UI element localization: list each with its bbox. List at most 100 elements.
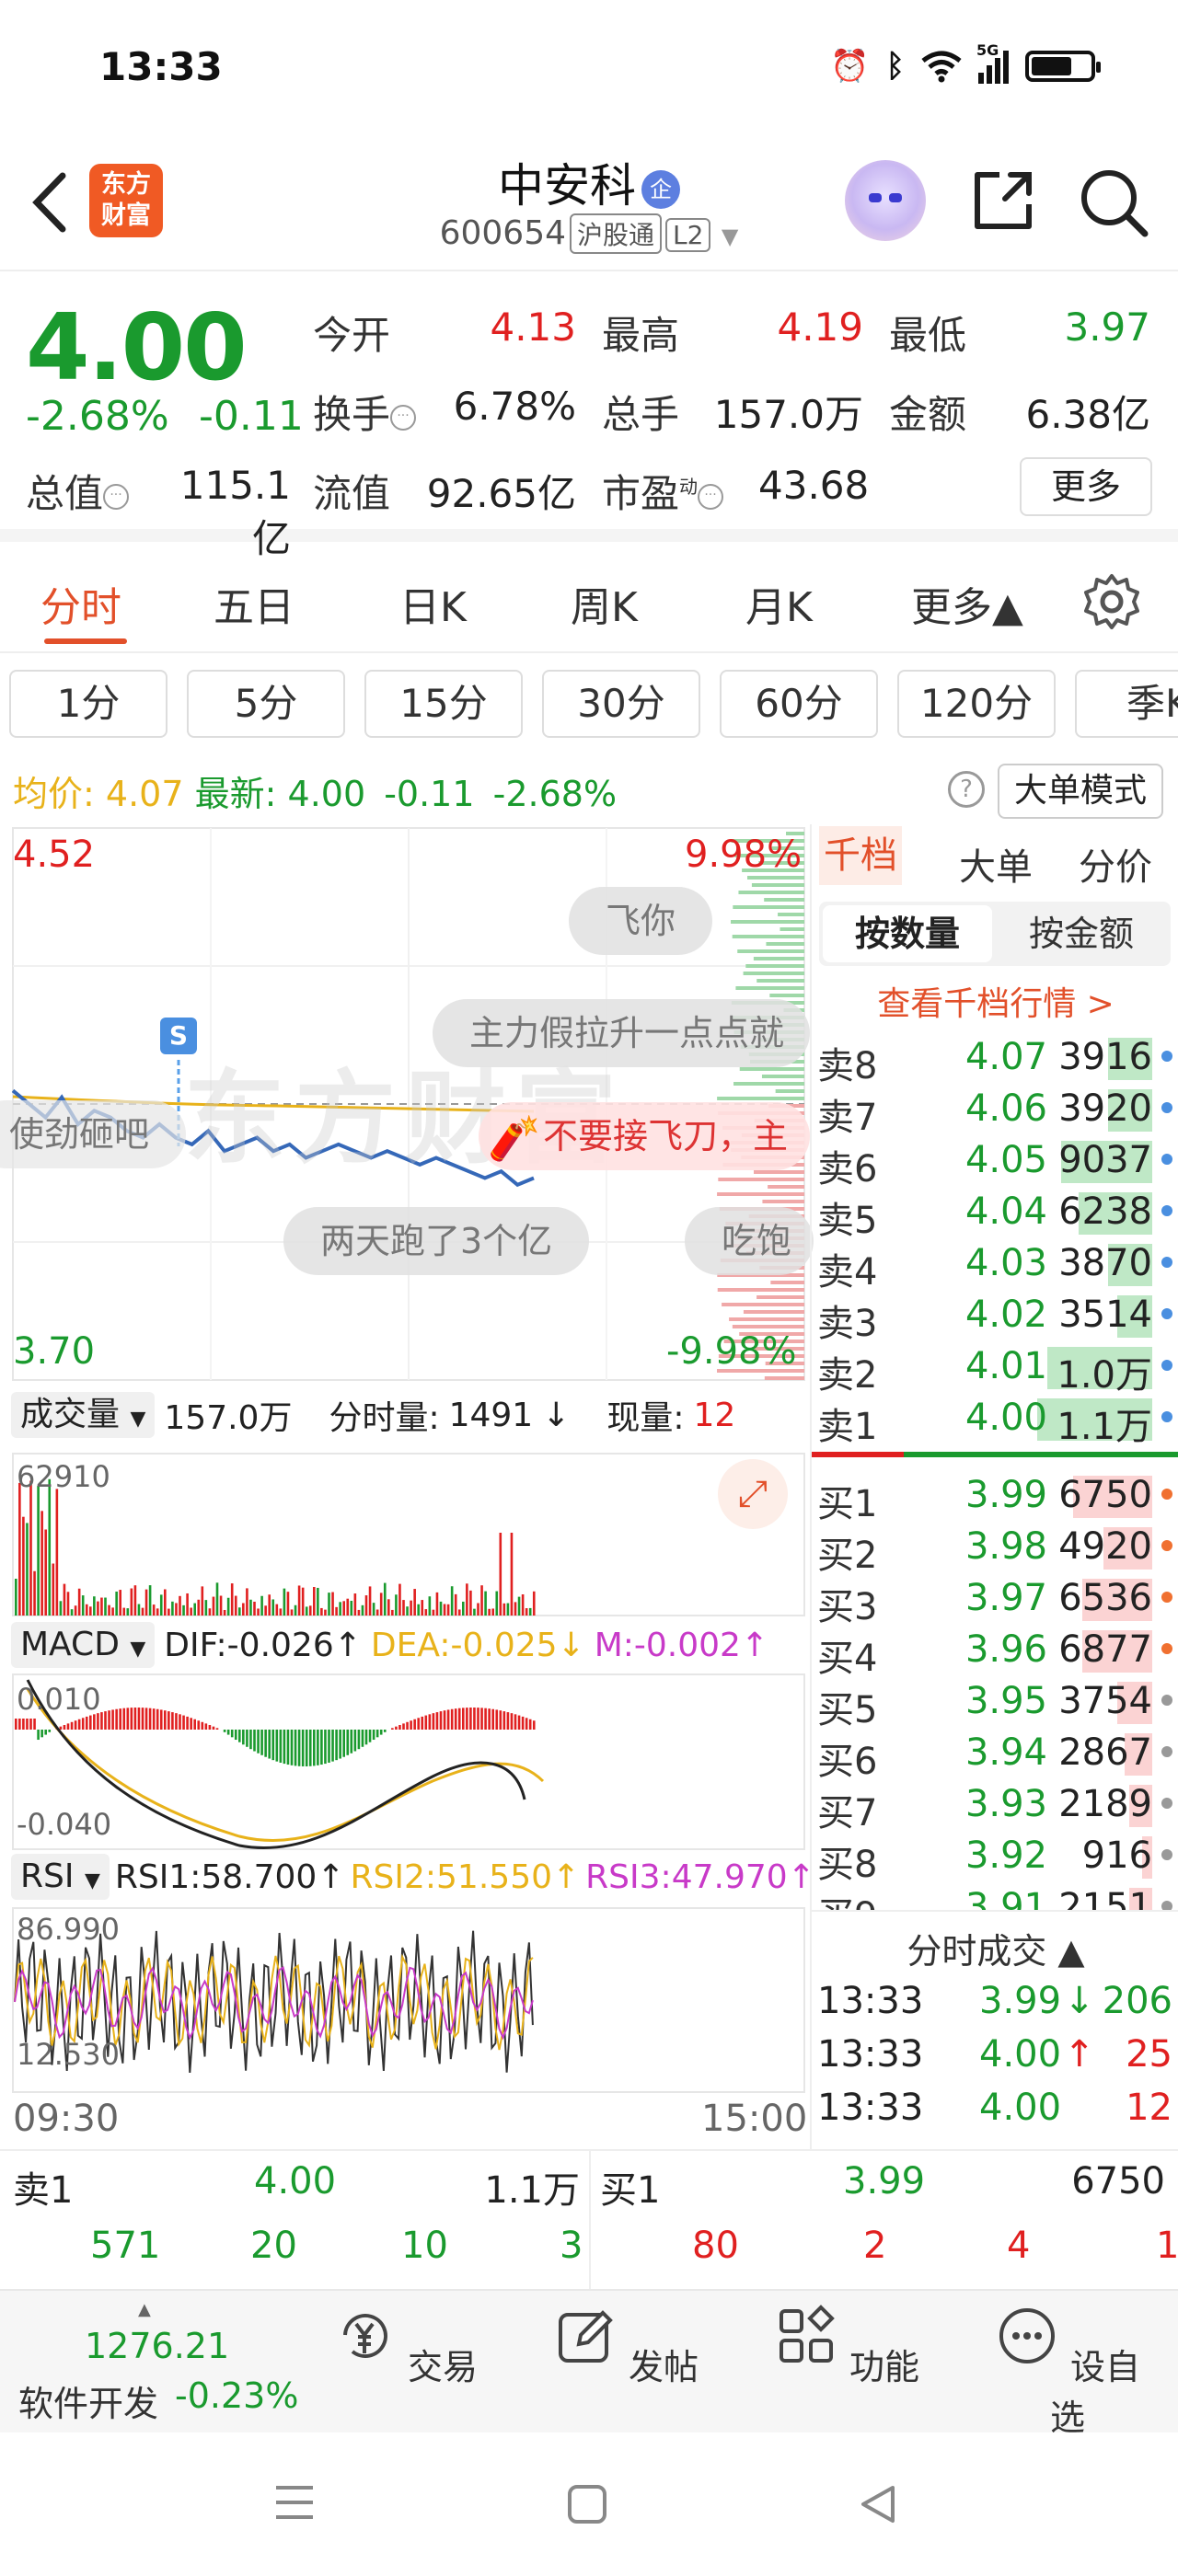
order-book-row[interactable]: 卖4 4.03 3870 <box>817 1236 1176 1294</box>
tab-intraday[interactable]: 分时 <box>40 574 121 633</box>
macd-bar <box>313 1730 316 1766</box>
order-book-row[interactable]: 卖2 4.01 1.0万 <box>817 1340 1176 1397</box>
macd-bar <box>499 1710 502 1730</box>
volume-bar <box>495 1591 499 1616</box>
depth-bar <box>780 927 804 931</box>
macd-bar <box>328 1730 330 1763</box>
interval-1m-button[interactable]: 1分 <box>9 670 167 738</box>
macd-bar <box>85 1716 88 1730</box>
order-book-row[interactable]: 买4 3.96 6877 <box>817 1623 1176 1680</box>
intraday-chart[interactable]: 4.52 9.98% 3.70 -9.98% S 东方财富 飞你 主力假拉升一点… <box>0 824 815 2149</box>
volume-bar <box>77 1588 81 1616</box>
gear-icon[interactable] <box>1082 572 1141 631</box>
volume-bar <box>305 1606 308 1616</box>
interval-120m-button[interactable]: 120分 <box>897 670 1056 738</box>
tab-five-day[interactable]: 五日 <box>214 574 294 633</box>
trade-row: 13:33 4.00 12 <box>817 2087 1176 2138</box>
order-book-panel: 千档 大单 分价 按数量 按金额 查看千档行情 > 卖8 4.07 3916 卖7 4.… <box>810 824 1178 2149</box>
order-book-row[interactable]: 买8 3.92 916 <box>817 1829 1176 1886</box>
network-label: 5G <box>976 41 999 59</box>
ai-assistant-avatar[interactable] <box>845 160 926 241</box>
tab-more[interactable]: 更多▲ <box>911 574 1023 633</box>
bid-count: 1 <box>1156 2225 1178 2267</box>
tab-monthly-k[interactable]: 月K <box>745 574 813 633</box>
depth-bar <box>739 1067 804 1071</box>
nav-add-watchlist[interactable]: 设自选 <box>994 2304 1141 2440</box>
order-book-row[interactable]: 买2 3.98 4920 <box>817 1520 1176 1577</box>
volume-selector[interactable]: 成交量 ▼ <box>11 1392 156 1438</box>
bottom-ask-volume: 1.1万 <box>484 2169 580 2212</box>
order-book-row[interactable]: 卖6 4.05 9037 <box>817 1133 1176 1190</box>
expand-icon[interactable]: ⤢ <box>718 1459 788 1529</box>
rsi-indicator-row: RSI ▼ RSI1:58.700↑ RSI2:51.550↑ RSI3:47.… <box>11 1851 815 1903</box>
volume-bar <box>413 1589 416 1616</box>
macd-bar <box>357 1730 361 1750</box>
info-dots-icon[interactable]: ··· <box>390 404 417 431</box>
menu-icon[interactable] <box>274 2484 315 2521</box>
order-book-row[interactable]: 卖3 4.02 3514 <box>817 1288 1176 1345</box>
macd-bar <box>339 1730 341 1759</box>
order-book-row[interactable]: 买5 3.95 3754 <box>817 1674 1176 1731</box>
trades-title[interactable]: 分时成交 ▲ <box>812 1923 1178 1973</box>
open-value: 4.13 <box>490 305 576 350</box>
change-percent: -2.68% <box>26 393 169 440</box>
tab-price-distribution[interactable]: 分价 <box>1079 837 1152 891</box>
share-icon[interactable] <box>968 166 1038 236</box>
by-quantity-button[interactable]: 按数量 <box>823 905 992 962</box>
tab-weekly-k[interactable]: 周K <box>571 574 638 633</box>
macd-bar <box>159 1709 163 1730</box>
interval-15m-button[interactable]: 15分 <box>364 670 523 738</box>
order-book-row[interactable]: 卖8 4.07 3916 <box>817 1030 1176 1087</box>
low-label: 最低 <box>889 313 967 358</box>
view-levels-link[interactable]: 查看千档行情 > <box>812 977 1178 1025</box>
stock-name: 中安科 <box>498 159 636 213</box>
rsi-selector[interactable]: RSI ▼ <box>11 1854 110 1900</box>
order-book-row[interactable]: 买1 3.99 6750 <box>817 1468 1176 1525</box>
info-dots-icon[interactable]: ··· <box>103 483 130 510</box>
macd-bar <box>398 1725 401 1730</box>
search-icon[interactable] <box>1077 166 1150 239</box>
volume-total: 157.0万 <box>164 1399 293 1437</box>
order-book-row[interactable]: 卖7 4.06 3920 <box>817 1082 1176 1139</box>
interval-60m-button[interactable]: 60分 <box>720 670 878 738</box>
volume-bar <box>63 1583 66 1616</box>
volume-bar <box>294 1604 297 1616</box>
tab-daily-k[interactable]: 日K <box>399 574 467 633</box>
macd-bar <box>290 1730 294 1765</box>
interval-30m-button[interactable]: 30分 <box>542 670 700 738</box>
big-order-mode-button[interactable]: 大单模式 <box>998 764 1163 819</box>
volume-bar <box>137 1604 141 1616</box>
interval-5m-button[interactable]: 5分 <box>187 670 345 738</box>
interval-quarter-button[interactable]: 季K <box>1075 670 1178 738</box>
macd-bar <box>223 1730 226 1732</box>
macd-bar <box>521 1716 525 1730</box>
home-icon[interactable] <box>567 2484 607 2524</box>
macd-selector[interactable]: MACD ▼ <box>11 1622 156 1668</box>
order-book-row[interactable]: 买3 3.97 6536 <box>817 1571 1176 1628</box>
nav-post[interactable]: 发帖 <box>552 2304 699 2389</box>
more-button[interactable]: 更多 <box>1020 457 1152 516</box>
nav-functions[interactable]: 功能 <box>773 2304 920 2389</box>
volume-bar <box>29 1480 32 1616</box>
nav-trade[interactable]: 交易 <box>331 2304 479 2389</box>
macd-bar <box>130 1708 133 1730</box>
sector-index-widget[interactable]: ▲ 1276.21 软件开发 -0.23% <box>0 2300 313 2429</box>
macd-bar <box>242 1730 245 1745</box>
tab-thousand-levels[interactable]: 千档 <box>819 826 902 885</box>
order-book-row[interactable]: 买6 3.94 2867 <box>817 1726 1176 1783</box>
order-book-row[interactable]: 卖5 4.04 6238 <box>817 1185 1176 1242</box>
volume-bar <box>253 1601 256 1616</box>
order-book-row[interactable]: 卖1 4.00 1.1万 <box>817 1391 1176 1448</box>
trade-price: 4.00 <box>979 2087 1062 2129</box>
volume-bar <box>234 1595 237 1616</box>
tab-big-orders[interactable]: 大单 <box>959 837 1033 891</box>
macd-bar <box>395 1726 398 1730</box>
volume-bar <box>59 1601 63 1616</box>
volume-bar <box>148 1585 152 1616</box>
info-dots-icon[interactable]: ··· <box>698 483 724 510</box>
help-icon[interactable]: ? <box>948 771 985 808</box>
order-book-row[interactable]: 买7 3.93 2189 <box>817 1777 1176 1834</box>
macd-bar <box>264 1730 267 1757</box>
by-amount-button[interactable]: 按金额 <box>996 902 1167 966</box>
back-triangle-icon[interactable] <box>860 2484 896 2524</box>
